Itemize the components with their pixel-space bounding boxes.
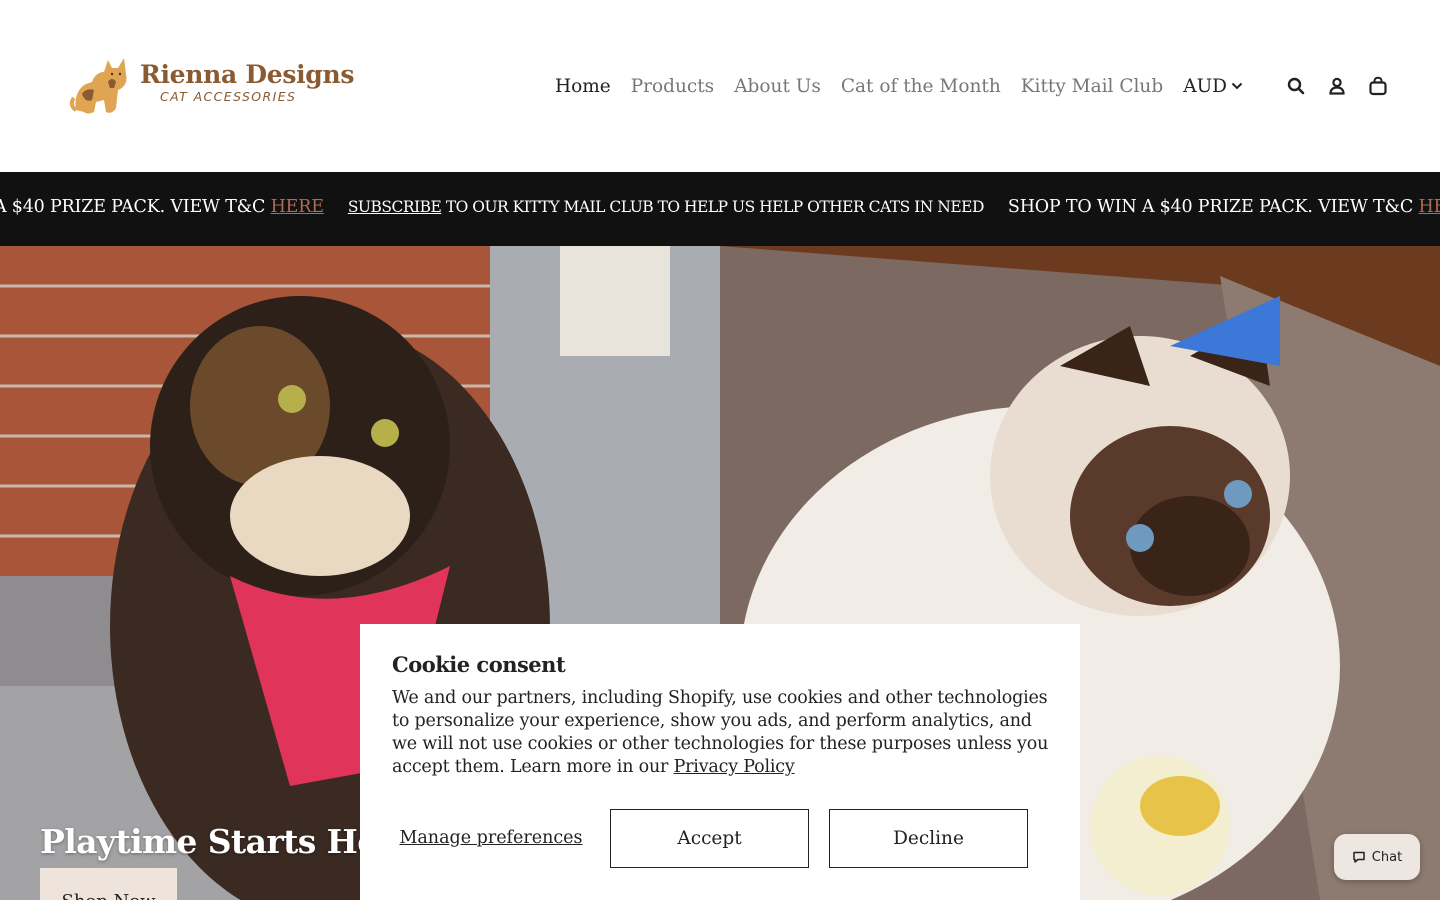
account-icon[interactable] xyxy=(1327,76,1347,96)
announcement-item: SUBSCRIBE TO OUR KITTY MAIL CLUB TO HELP… xyxy=(348,198,985,216)
privacy-policy-link[interactable]: Privacy Policy xyxy=(674,757,795,777)
main-nav: Home Products About Us Cat of the Month … xyxy=(555,70,1388,102)
cookie-consent-dialog: Cookie consent We and our partners, incl… xyxy=(360,624,1080,900)
announcement-text: SHOP TO WIN A $40 PRIZE PACK. VIEW T&C xyxy=(1007,197,1414,217)
cookie-body: We and our partners, including Shopify, … xyxy=(392,687,1052,779)
nav-item-about-us[interactable]: About Us xyxy=(734,76,821,97)
terms-link[interactable]: HERE xyxy=(271,197,324,217)
cart-icon[interactable] xyxy=(1368,76,1388,96)
search-icon[interactable] xyxy=(1286,76,1306,96)
chevron-down-icon xyxy=(1231,82,1243,90)
site-header: Rienna Designs CAT ACCESSORIES Home Prod… xyxy=(0,0,1440,172)
nav-item-kitty-mail-club[interactable]: Kitty Mail Club xyxy=(1021,76,1163,97)
announcement-text: TO OUR KITTY MAIL CLUB TO HELP US HELP O… xyxy=(445,198,985,216)
terms-link[interactable]: HERE xyxy=(1418,197,1440,217)
announcement-item: A $40 PRIZE PACK. VIEW T&C HERE xyxy=(0,197,324,217)
brand-logo[interactable]: Rienna Designs CAT ACCESSORIES xyxy=(68,48,354,118)
cookie-actions: Manage preferences Accept Decline xyxy=(392,809,1028,868)
announcement-ticker: A $40 PRIZE PACK. VIEW T&C HERE SUBSCRIB… xyxy=(0,197,1440,217)
cat-logo-icon xyxy=(69,58,127,114)
nav-item-home[interactable]: Home xyxy=(555,76,611,97)
brand-name: Rienna Designs xyxy=(140,60,355,89)
subscribe-link[interactable]: SUBSCRIBE xyxy=(348,198,442,216)
brand-tagline: CAT ACCESSORIES xyxy=(160,89,297,104)
announcement-item: SHOP TO WIN A $40 PRIZE PACK. VIEW T&C H… xyxy=(1008,197,1440,217)
nav-item-cat-of-the-month[interactable]: Cat of the Month xyxy=(841,76,1001,97)
manage-preferences-link[interactable]: Manage preferences xyxy=(392,828,590,849)
shop-now-button[interactable]: Shop Now xyxy=(40,868,177,900)
cookie-title: Cookie consent xyxy=(392,652,566,677)
currency-selector[interactable]: AUD xyxy=(1183,76,1243,97)
accept-button[interactable]: Accept xyxy=(610,809,809,868)
announcement-text: A $40 PRIZE PACK. VIEW T&C xyxy=(0,197,266,217)
currency-value: AUD xyxy=(1183,75,1227,97)
nav-item-products[interactable]: Products xyxy=(631,76,714,97)
hero-title: Playtime Starts Here xyxy=(40,822,415,861)
chat-button[interactable]: Chat xyxy=(1334,834,1420,880)
announcement-bar: A $40 PRIZE PACK. VIEW T&C HERE SUBSCRIB… xyxy=(0,172,1440,246)
decline-button[interactable]: Decline xyxy=(829,809,1028,868)
chat-label: Chat xyxy=(1371,849,1403,865)
chat-bubble-icon xyxy=(1353,851,1365,863)
